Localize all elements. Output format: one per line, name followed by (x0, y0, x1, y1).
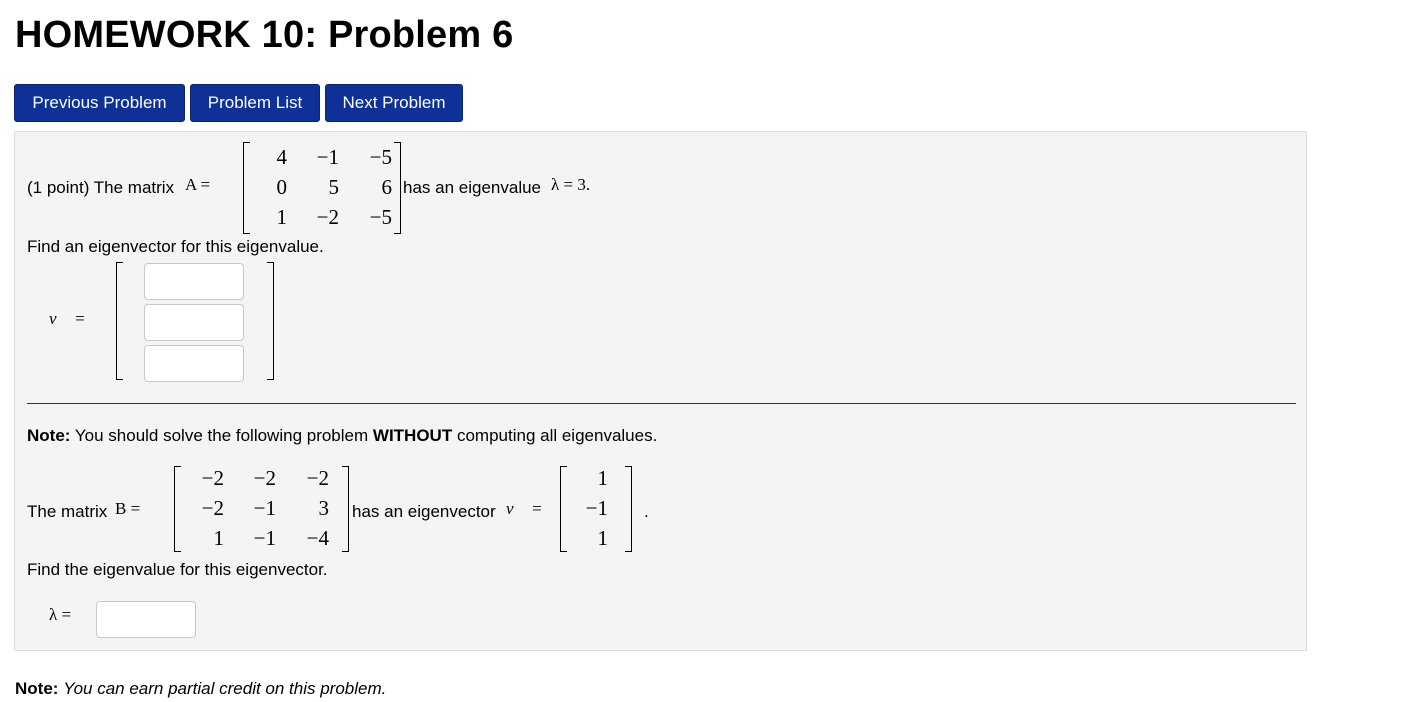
matrix-a-cell: 6 (381, 175, 393, 199)
problem-list-button[interactable]: Problem List (190, 84, 320, 122)
eigenvector-input-3[interactable] (144, 345, 244, 382)
matrix-b-label: B = (115, 499, 141, 518)
matrix-b-cell: −2 (253, 466, 276, 490)
note-line: Note: You should solve the following pro… (27, 426, 657, 446)
matrix-b-cell: −2 (201, 496, 224, 520)
part1-intro: (1 point) The matrix (27, 178, 175, 197)
matrix-a: 4 −1 −5 0 5 6 1 −2 −5 (243, 142, 401, 234)
matrix-a-cell: −5 (369, 205, 392, 229)
page-title: HOMEWORK 10: Problem 6 (15, 14, 514, 56)
matrix-b-cell: 1 (213, 526, 225, 550)
footer-note-text: You can earn partial credit on this prob… (63, 679, 387, 698)
matrix-b: −2 −2 −2 −2 −1 3 1 −1 −4 (174, 466, 349, 552)
note-emphasis: WITHOUT (372, 426, 453, 445)
matrix-a-cell: −5 (369, 145, 392, 169)
matrix-b-cell: −2 (306, 466, 329, 490)
matrix-a-cell: 1 (276, 205, 288, 229)
vector-v-cell: −1 (585, 496, 608, 520)
matrix-a-label: A = (185, 175, 211, 194)
vector-v-cell: 1 (597, 466, 609, 490)
matrix-a-cell: 4 (276, 145, 288, 169)
eigenvector-input-1[interactable] (144, 263, 244, 300)
eigenvalue-text: has an eigenvalue (403, 178, 542, 197)
note-text-after: computing all eigenvalues. (456, 426, 658, 445)
footer-note-label: Note: (15, 679, 59, 698)
eigenvalue-input[interactable] (96, 601, 196, 638)
part1-instruction: Find an eigenvector for this eigenvalue. (27, 237, 324, 256)
section-divider (27, 403, 1296, 404)
part2-instruction: Find the eigenvalue for this eigenvector… (27, 560, 328, 579)
footer-note: Note: You can earn partial credit on thi… (15, 679, 386, 699)
matrix-a-cell: 5 (328, 175, 340, 199)
lambda-expression: λ = 3. (551, 175, 591, 194)
eigenvector-input-2[interactable] (144, 304, 244, 341)
vector-v: 1 −1 1 (560, 466, 632, 552)
vector-v-label: v⃗ = (49, 309, 86, 328)
eigenvector-text: has an eigenvector (352, 502, 496, 521)
matrix-b-cell: −1 (253, 496, 276, 520)
matrix-b-cell: −2 (201, 466, 224, 490)
matrix-a-cell: −2 (316, 205, 339, 229)
matrix-a-cell: 0 (276, 175, 288, 199)
matrix-b-cell: −1 (253, 526, 276, 550)
vector-v-cell: 1 (597, 526, 609, 550)
part2-intro: The matrix (27, 502, 108, 521)
vector-period: . (644, 502, 649, 521)
matrix-a-cell: −1 (316, 145, 339, 169)
note-text-before: You should solve the following problem (74, 426, 369, 445)
note-label: Note: (27, 426, 71, 445)
vector-v-label-2: v⃗ = (506, 499, 543, 518)
next-problem-button[interactable]: Next Problem (325, 84, 463, 122)
matrix-b-cell: 3 (318, 496, 330, 520)
lambda-answer-label: λ = (49, 605, 72, 624)
previous-problem-button[interactable]: Previous Problem (14, 84, 185, 122)
matrix-b-cell: −4 (306, 526, 329, 550)
problem-panel: (1 point) The matrix A = 4 −1 −5 0 5 6 1… (14, 131, 1307, 651)
